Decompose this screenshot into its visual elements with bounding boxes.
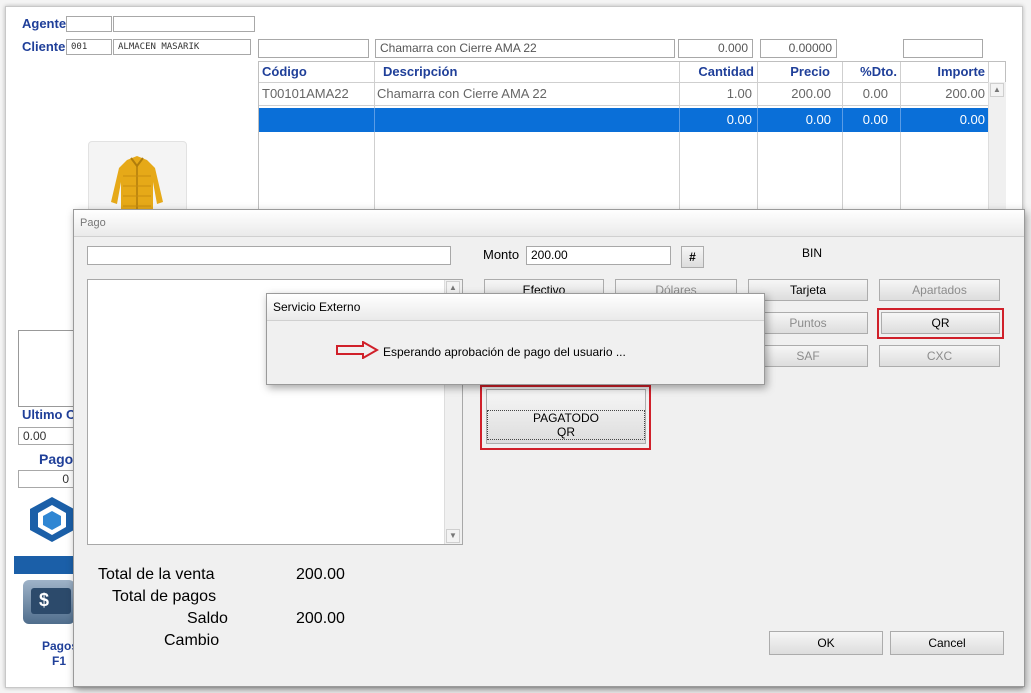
cell-precio: 200.00 — [791, 86, 831, 101]
qr-highlight — [877, 308, 1004, 339]
servicio-externo-message: Esperando aprobación de pago del usuario… — [383, 345, 626, 359]
ultimo-value-field[interactable]: 0.00 — [18, 427, 74, 445]
table-row-selected[interactable]: 0.00 0.00 0.00 0.00 — [259, 108, 988, 132]
servicio-externo-title: Servicio Externo — [267, 294, 764, 321]
entry-importe-field[interactable] — [903, 39, 983, 58]
cancel-button[interactable]: Cancel — [890, 631, 1004, 655]
reference-input[interactable] — [87, 246, 451, 265]
cell-precio: 0.00 — [805, 112, 831, 127]
col-header-precio[interactable]: Precio — [757, 62, 830, 82]
ok-button[interactable]: OK — [769, 631, 883, 655]
total-venta-value: 200.00 — [296, 566, 345, 583]
pago-dialog-title: Pago — [74, 210, 1024, 237]
table-row[interactable]: T00101AMA22 Chamarra con Cierre AMA 22 1… — [259, 83, 988, 105]
pagos-button[interactable]: $ — [23, 580, 75, 624]
scroll-up-icon[interactable]: ▲ — [990, 83, 1004, 97]
agente-name-field[interactable] — [113, 16, 255, 32]
cell-codigo: T00101AMA22 — [262, 86, 349, 101]
cell-cantidad: 1.00 — [726, 86, 752, 101]
scroll-down-icon[interactable]: ▼ — [446, 529, 460, 543]
apartados-button[interactable]: Apartados — [879, 279, 1000, 301]
cliente-name-field[interactable]: ALMACEN MASARIK — [113, 39, 251, 55]
col-header-importe[interactable]: Importe — [900, 62, 985, 82]
bin-label: BIN — [802, 246, 823, 260]
entry-description-field[interactable]: Chamarra con Cierre AMA 22 — [375, 39, 675, 58]
pagos-value-field[interactable]: 0 — [18, 470, 74, 488]
arrow-right-icon — [335, 340, 380, 362]
dollar-icon: $ — [39, 590, 50, 610]
entry-precio-field[interactable]: 0.00000 — [760, 39, 837, 58]
saldo-value: 200.00 — [296, 610, 345, 627]
cell-importe: 200.00 — [945, 86, 985, 101]
cxc-button[interactable]: CXC — [879, 345, 1000, 367]
total-pagos-label: Total de pagos — [112, 588, 217, 605]
cell-importe: 0.00 — [959, 112, 985, 127]
total-venta-label: Total de la venta — [98, 566, 215, 583]
cell-dto: 0.00 — [862, 112, 888, 127]
cambio-label: Cambio — [164, 632, 220, 649]
product-image — [88, 141, 187, 213]
saf-button[interactable]: SAF — [748, 345, 868, 367]
cell-dto: 0.00 — [862, 86, 888, 101]
entry-cantidad-field[interactable]: 0.000 — [678, 39, 753, 58]
puntos-button[interactable]: Puntos — [748, 312, 868, 334]
servicio-externo-dialog: Servicio Externo Esperando aprobación de… — [266, 293, 765, 385]
hash-button[interactable]: # — [681, 246, 704, 268]
pagos-button-key: F1 — [52, 654, 67, 668]
col-header-cantidad[interactable]: Cantidad — [679, 62, 754, 82]
col-header-codigo[interactable]: Código — [262, 62, 307, 82]
col-header-dto[interactable]: %Dto. — [842, 62, 897, 82]
cell-cantidad: 0.00 — [726, 112, 752, 127]
agente-label: Agente — [22, 16, 67, 31]
left-blue-bar — [14, 556, 76, 574]
monto-input[interactable]: 200.00 — [526, 246, 671, 265]
saldo-label: Saldo — [187, 610, 228, 627]
agente-code-field[interactable] — [66, 16, 112, 32]
ultimo-label: Ultimo C — [22, 407, 76, 422]
cell-descripcion: Chamarra con Cierre AMA 22 — [377, 86, 547, 101]
cliente-label: Cliente — [22, 39, 66, 54]
pagatodo-highlight — [480, 385, 651, 450]
app-logo-icon — [28, 494, 76, 544]
col-header-descripcion[interactable]: Descripción — [383, 62, 457, 82]
monto-label: Monto — [483, 247, 520, 262]
pagos-label: Pago — [39, 451, 74, 467]
entry-code-field[interactable] — [258, 39, 369, 58]
cliente-code-field[interactable]: 001 — [66, 39, 112, 55]
last-sale-box — [18, 330, 76, 407]
tarjeta-button[interactable]: Tarjeta — [748, 279, 868, 301]
